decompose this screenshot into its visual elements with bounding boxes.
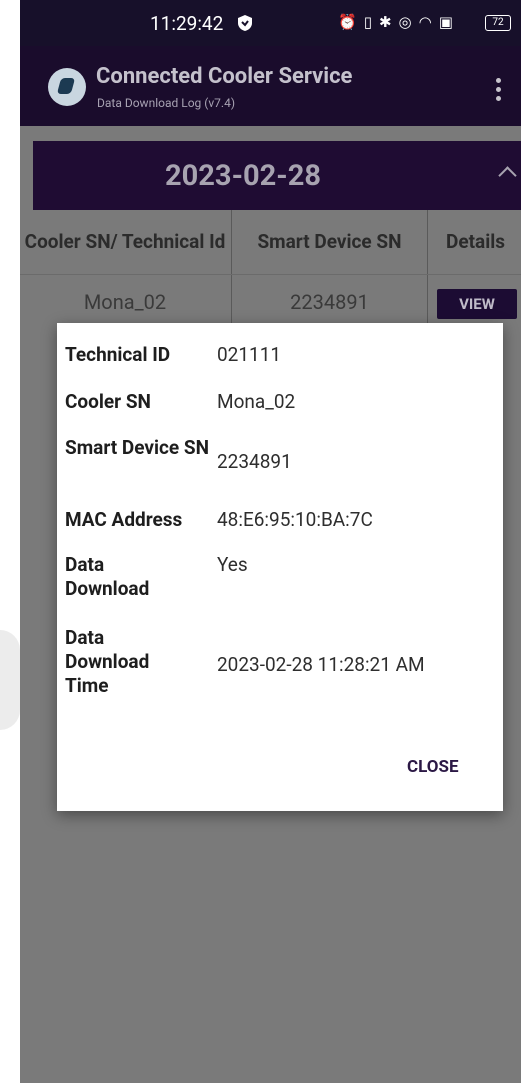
app-logo-icon	[48, 68, 86, 106]
column-header-details: Details	[445, 230, 506, 253]
status-time: 11:29:42	[150, 12, 224, 35]
label-data-download: Data Download	[65, 553, 150, 600]
details-dialog: Technical ID 021111 Cooler SN Mona_02 Sm…	[57, 323, 503, 811]
column-divider	[427, 210, 428, 330]
value-smart-device-sn: 2234891	[217, 450, 292, 473]
vpn-shield-icon	[238, 15, 252, 31]
cell-smart-device-sn: 2234891	[290, 289, 369, 314]
section-date: 2023-02-28	[165, 159, 321, 193]
close-button[interactable]: CLOSE	[407, 757, 459, 777]
value-cooler-sn: Mona_02	[217, 390, 296, 413]
alarm-icon: ⏰	[338, 13, 357, 31]
label-smart-device-sn: Smart Device SN	[65, 436, 210, 459]
label-data-download-time: Data Download Time	[65, 626, 150, 697]
vibrate-icon: ▯	[363, 13, 372, 31]
date-section-header[interactable]: 2023-02-28	[33, 141, 521, 210]
cell-cooler-sn: Mona_02	[83, 289, 167, 314]
phone-screen: 11:29:42 ⏰ ▯ ✱ ◎ ◠ ▣ 72 Connected Cooler…	[20, 0, 521, 1083]
view-button[interactable]: VIEW	[437, 289, 517, 319]
status-bar: 11:29:42 ⏰ ▯ ✱ ◎ ◠ ▣ 72	[20, 0, 521, 46]
app-bar: Connected Cooler Service Data Download L…	[20, 46, 521, 126]
column-header-cooler-sn: Cooler SN/ Technical Id	[24, 230, 226, 253]
app-title: Connected Cooler Service	[96, 64, 353, 89]
value-data-download: Yes	[217, 553, 248, 576]
table-header: Cooler SN/ Technical Id Smart Device SN …	[20, 210, 521, 274]
app-subtitle: Data Download Log (v7.4)	[97, 96, 235, 110]
bluetooth-icon: ✱	[378, 13, 392, 31]
background-edge	[0, 630, 20, 730]
value-mac-address: 48:E6:95:10:BA:7C	[217, 508, 373, 531]
nfc-icon: ▣	[438, 13, 453, 31]
overflow-menu-icon[interactable]	[496, 78, 502, 105]
wifi-icon: ◠	[418, 13, 432, 31]
value-technical-id: 021111	[217, 343, 282, 366]
label-cooler-sn: Cooler SN	[65, 390, 151, 413]
status-icons: ⏰ ▯ ✱ ◎ ◠ ▣	[338, 14, 453, 30]
battery-icon: 72	[485, 15, 511, 31]
label-technical-id: Technical ID	[65, 343, 171, 366]
value-data-download-time: 2023-02-28 11:28:21 AM	[217, 653, 425, 676]
column-header-smart-device-sn: Smart Device SN	[257, 230, 402, 253]
chevron-up-icon[interactable]	[498, 166, 517, 185]
location-icon: ◎	[398, 13, 412, 31]
label-mac-address: MAC Address	[65, 508, 183, 531]
